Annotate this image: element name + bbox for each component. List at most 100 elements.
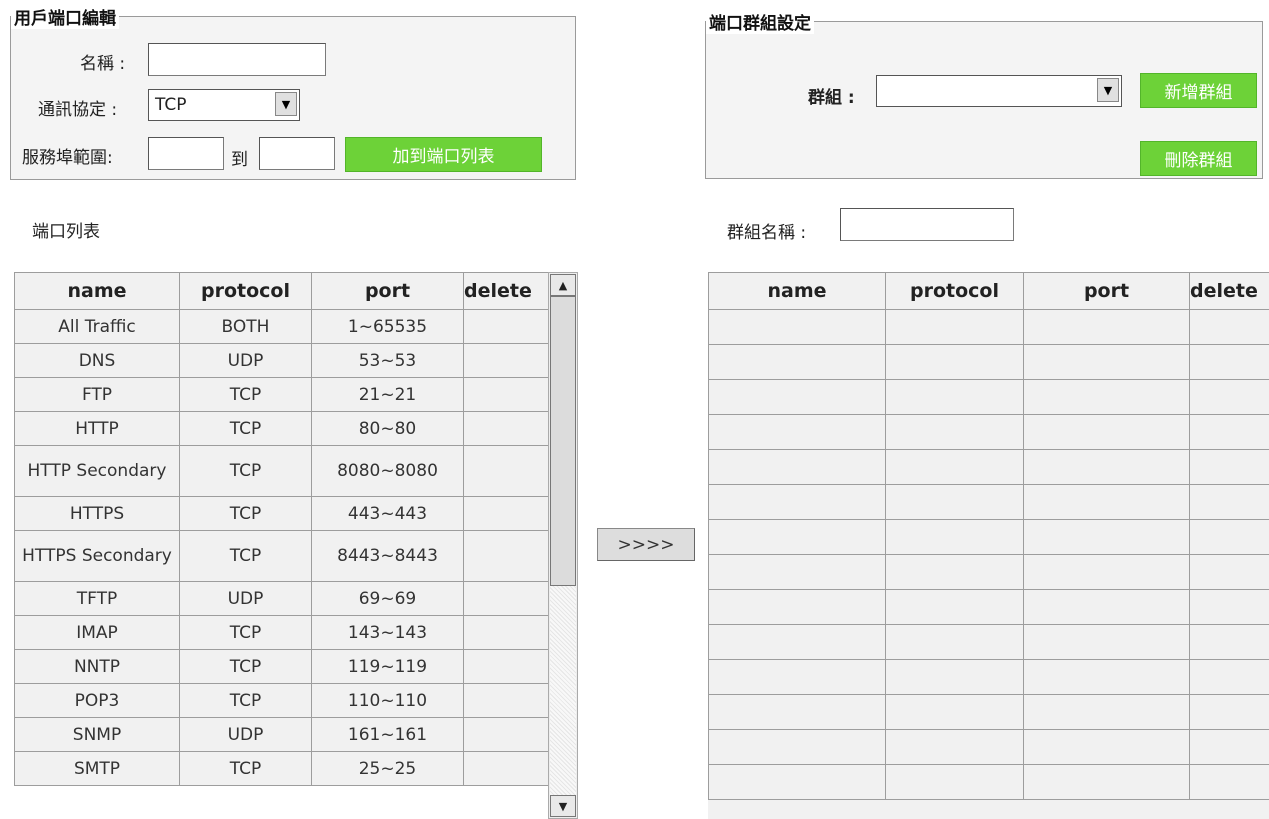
cell-protocol: TCP: [179, 683, 312, 718]
cell-name: TFTP: [14, 581, 180, 616]
range-to-label: 到: [231, 150, 248, 170]
cell-name: All Traffic: [14, 309, 180, 344]
col-port-header: port: [311, 272, 464, 310]
cell-protocol: TCP: [179, 615, 312, 650]
name-label: 名稱 :: [80, 54, 126, 74]
empty-cell[interactable]: [1189, 589, 1269, 625]
col-delete-header: delete: [463, 272, 549, 310]
scroll-down-icon[interactable]: ▼: [550, 795, 576, 817]
cell-port: 80~80: [311, 411, 464, 446]
empty-cell[interactable]: [1189, 729, 1269, 765]
col-name-header: name: [708, 272, 886, 310]
cell-port: 21~21: [311, 377, 464, 412]
cell-delete[interactable]: [463, 411, 549, 446]
empty-cell[interactable]: [1189, 344, 1269, 380]
cell-delete[interactable]: [463, 343, 549, 378]
col-delete-header: delete: [1189, 272, 1269, 310]
col-name-header: name: [14, 272, 180, 310]
cell-delete[interactable]: [463, 445, 549, 497]
empty-cell: [885, 309, 1024, 345]
group-label: 群組 :: [808, 88, 855, 108]
chevron-down-icon[interactable]: ▼: [1097, 78, 1119, 102]
cell-delete[interactable]: [463, 377, 549, 412]
transfer-button[interactable]: >>>>: [597, 528, 695, 561]
scroll-up-icon[interactable]: ▲: [550, 274, 576, 296]
add-to-list-button[interactable]: 加到端口列表: [345, 137, 542, 172]
group-select[interactable]: ▼: [876, 75, 1122, 107]
empty-cell: [885, 519, 1024, 555]
empty-cell: [885, 624, 1024, 660]
empty-cell[interactable]: [1189, 449, 1269, 485]
name-input[interactable]: [148, 43, 326, 76]
range-to-input[interactable]: [259, 137, 335, 170]
table-row: SNMP UDP 161~161: [14, 717, 549, 752]
table-row: [708, 659, 1269, 695]
cell-delete[interactable]: [463, 649, 549, 684]
cell-protocol: TCP: [179, 445, 312, 497]
empty-cell: [1023, 414, 1190, 450]
cell-delete[interactable]: [463, 683, 549, 718]
empty-cell: [708, 589, 886, 625]
cell-delete[interactable]: [463, 496, 549, 531]
table-row: HTTPS Secondary TCP 8443~8443: [14, 530, 549, 582]
chevron-down-icon[interactable]: ▼: [275, 92, 297, 116]
cell-protocol: TCP: [179, 496, 312, 531]
table-row: All Traffic BOTH 1~65535: [14, 309, 549, 344]
table-row: [708, 589, 1269, 625]
empty-cell[interactable]: [1189, 694, 1269, 730]
empty-cell: [1023, 519, 1190, 555]
cell-delete[interactable]: [463, 717, 549, 752]
table-row: [708, 309, 1269, 345]
empty-cell: [1023, 589, 1190, 625]
port-list-scrollbar[interactable]: ▲ ▼: [548, 272, 578, 819]
cell-delete[interactable]: [463, 751, 549, 786]
empty-cell[interactable]: [1189, 659, 1269, 695]
cell-port: 143~143: [311, 615, 464, 650]
empty-cell: [885, 729, 1024, 765]
cell-protocol: UDP: [179, 343, 312, 378]
cell-protocol: BOTH: [179, 309, 312, 344]
table-row: POP3 TCP 110~110: [14, 683, 549, 718]
group-name-input[interactable]: [840, 208, 1014, 241]
empty-cell[interactable]: [1189, 624, 1269, 660]
table-row: DNS UDP 53~53: [14, 343, 549, 378]
empty-cell: [1023, 694, 1190, 730]
empty-cell[interactable]: [1189, 484, 1269, 520]
port-edit-legend: 用戶端口編輯: [11, 4, 119, 29]
protocol-select[interactable]: TCP ▼: [148, 89, 300, 121]
empty-cell: [708, 484, 886, 520]
empty-cell[interactable]: [1189, 519, 1269, 555]
cell-port: 110~110: [311, 683, 464, 718]
cell-port: 69~69: [311, 581, 464, 616]
cell-protocol: TCP: [179, 649, 312, 684]
scroll-thumb[interactable]: [550, 296, 576, 586]
table-row: NNTP TCP 119~119: [14, 649, 549, 684]
cell-name: POP3: [14, 683, 180, 718]
cell-name: HTTP: [14, 411, 180, 446]
new-group-button[interactable]: 新增群組: [1140, 73, 1257, 108]
cell-port: 1~65535: [311, 309, 464, 344]
cell-delete[interactable]: [463, 581, 549, 616]
cell-name: IMAP: [14, 615, 180, 650]
empty-cell[interactable]: [1189, 764, 1269, 800]
empty-cell: [1023, 659, 1190, 695]
empty-cell: [885, 554, 1024, 590]
table-row: [708, 344, 1269, 380]
range-from-input[interactable]: [148, 137, 224, 170]
cell-name: HTTPS Secondary: [14, 530, 180, 582]
group-port-table: name protocol port delete: [708, 272, 1269, 800]
empty-cell[interactable]: [1189, 554, 1269, 590]
group-name-label: 群組名稱 :: [727, 223, 807, 243]
empty-cell[interactable]: [1189, 379, 1269, 415]
cell-delete[interactable]: [463, 309, 549, 344]
empty-cell: [708, 344, 886, 380]
cell-delete[interactable]: [463, 530, 549, 582]
table-row: SMTP TCP 25~25: [14, 751, 549, 786]
empty-cell[interactable]: [1189, 414, 1269, 450]
cell-port: 8080~8080: [311, 445, 464, 497]
protocol-select-value: TCP: [155, 95, 187, 115]
cell-delete[interactable]: [463, 615, 549, 650]
delete-group-button[interactable]: 刪除群組: [1140, 141, 1257, 176]
empty-cell[interactable]: [1189, 309, 1269, 345]
table-row: TFTP UDP 69~69: [14, 581, 549, 616]
